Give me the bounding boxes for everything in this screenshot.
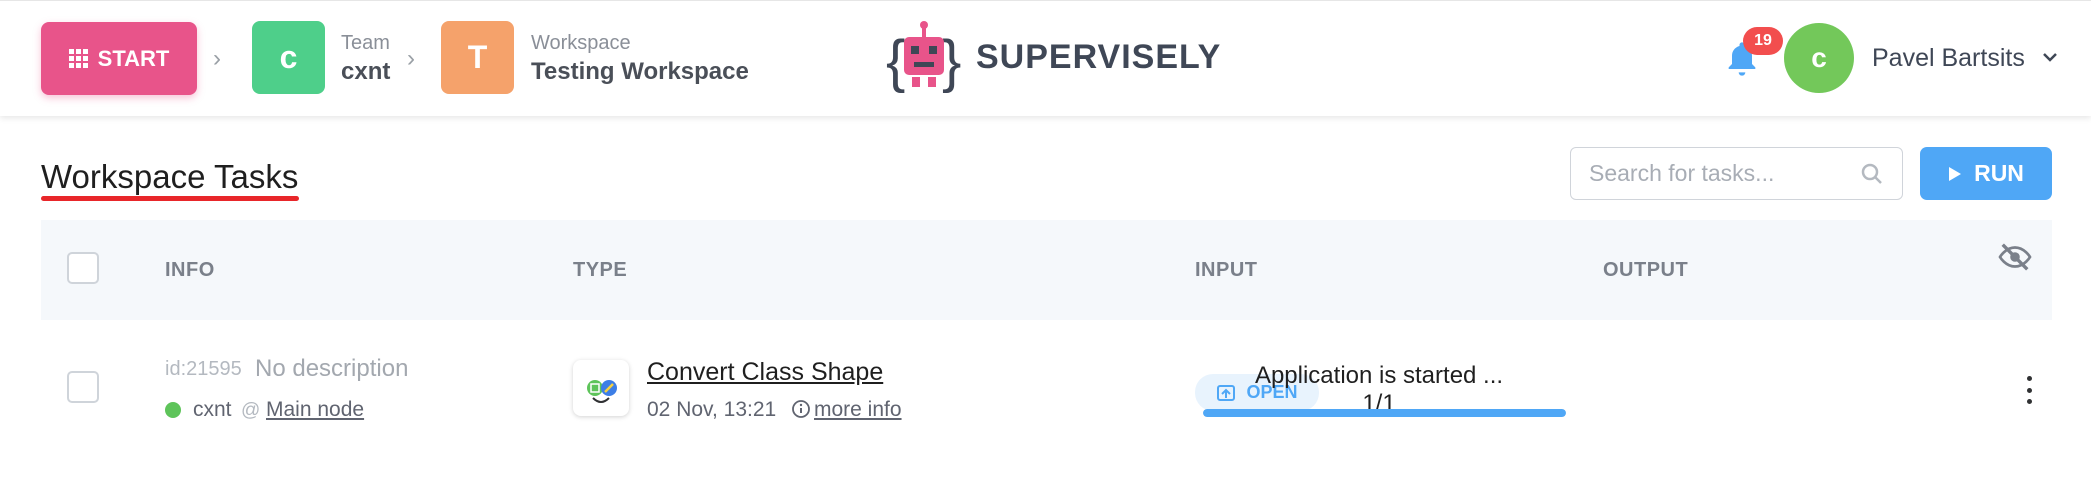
top-navigation-bar: START › c Team cxnt › T Workspace Testin… xyxy=(0,0,2091,116)
team-name: cxnt xyxy=(341,58,391,85)
task-search-box[interactable] xyxy=(1570,147,1903,200)
workspace-name: Testing Workspace xyxy=(531,58,749,85)
column-header-type[interactable]: TYPE xyxy=(573,259,627,282)
column-header-info[interactable]: INFO xyxy=(165,259,215,282)
page-title: Workspace Tasks xyxy=(41,158,299,195)
chevron-right-icon: › xyxy=(213,45,221,72)
notification-badge: 19 xyxy=(1743,27,1783,55)
start-button-label: START xyxy=(97,45,170,71)
table-header: INFO TYPE INPUT OUTPUT xyxy=(41,220,2052,320)
search-icon[interactable] xyxy=(1860,162,1884,186)
app-name-link[interactable]: Convert Class Shape xyxy=(647,358,883,387)
task-team: cxnt xyxy=(193,398,232,421)
chevron-right-icon: › xyxy=(407,45,415,72)
user-name[interactable]: Pavel Bartsits xyxy=(1872,44,2025,73)
status-dot xyxy=(165,402,181,418)
user-avatar[interactable]: c xyxy=(1784,23,1854,93)
supervisely-logo[interactable]: { } SUPERVISELY xyxy=(884,19,1221,95)
output-progress-bar xyxy=(1203,409,1566,417)
column-header-input[interactable]: INPUT xyxy=(1195,259,1258,282)
svg-text:{: { xyxy=(886,29,905,94)
select-all-checkbox[interactable] xyxy=(67,252,99,284)
team-avatar[interactable]: c xyxy=(252,21,325,94)
team-initial: c xyxy=(279,39,298,75)
at-separator: @ xyxy=(241,400,261,421)
row-checkbox[interactable] xyxy=(67,371,99,403)
kebab-icon[interactable] xyxy=(2023,376,2035,404)
info-icon xyxy=(792,400,810,418)
run-button[interactable]: RUN xyxy=(1920,147,2052,200)
open-icon xyxy=(1217,384,1236,401)
logo-text: SUPERVISELY xyxy=(976,37,1222,76)
column-header-output[interactable]: OUTPUT xyxy=(1603,259,1688,282)
user-initial: c xyxy=(1811,42,1827,73)
workspace-avatar[interactable]: T xyxy=(441,21,514,94)
title-underline xyxy=(41,196,299,201)
start-button[interactable]: START xyxy=(41,22,197,95)
play-icon xyxy=(1949,166,1962,181)
more-info-link[interactable]: more info xyxy=(814,398,902,422)
table-row[interactable]: id:21595 No description cxnt @ Main node… xyxy=(41,320,2052,450)
grid-icon xyxy=(68,49,88,68)
workspace-initial: T xyxy=(467,39,488,75)
svg-text:}: } xyxy=(942,29,961,94)
search-input[interactable] xyxy=(1589,148,1849,199)
task-description: No description xyxy=(255,355,409,382)
breadcrumb-team[interactable]: Team cxnt xyxy=(341,31,390,89)
workspace-label: Workspace xyxy=(531,32,631,54)
eye-off-icon[interactable] xyxy=(1998,242,2032,272)
app-icon xyxy=(573,360,629,416)
node-link[interactable]: Main node xyxy=(266,398,364,422)
robot-logo-icon: { } xyxy=(886,21,961,94)
progress-fill xyxy=(1203,409,1566,417)
team-label: Team xyxy=(341,32,390,54)
task-id: id:21595 xyxy=(165,358,242,380)
chevron-down-icon[interactable] xyxy=(2038,45,2062,69)
breadcrumb-workspace[interactable]: Workspace Testing Workspace xyxy=(531,31,749,89)
run-button-label: RUN xyxy=(1974,160,2024,186)
task-date: 02 Nov, 13:21 xyxy=(647,398,777,421)
